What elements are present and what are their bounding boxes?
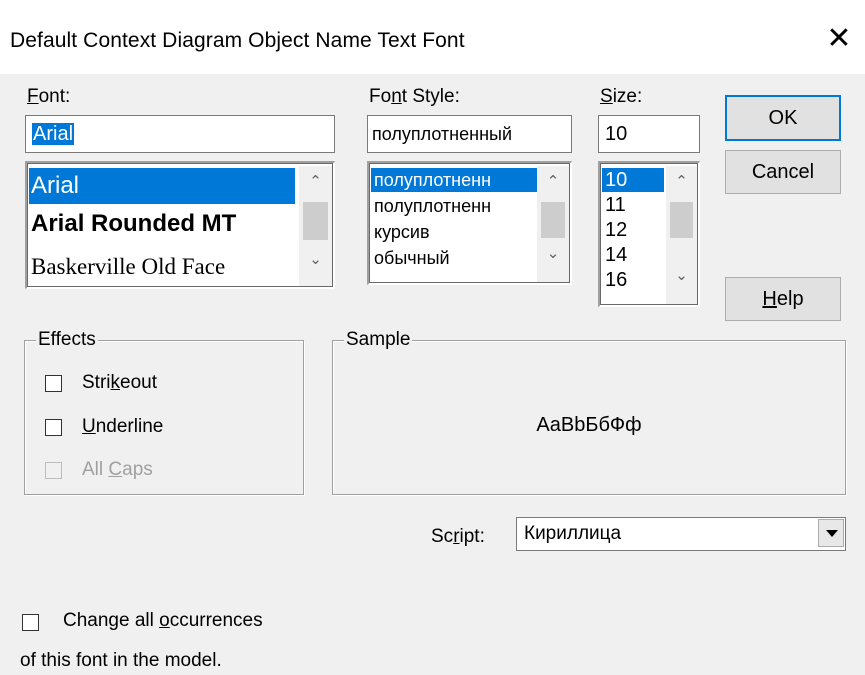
strikeout-checkbox[interactable] xyxy=(45,375,62,392)
scroll-up-icon[interactable]: ⌃ xyxy=(299,172,332,190)
font-style-list[interactable]: полуплотненн полуплотненн курсив обычный… xyxy=(367,161,572,285)
size-scrollbar[interactable]: ⌃ ⌄ xyxy=(666,166,697,304)
help-button[interactable]: Help xyxy=(725,277,841,321)
font-style-list-item[interactable]: полуплотненн xyxy=(374,194,491,218)
cancel-button[interactable]: Cancel xyxy=(725,150,841,194)
change-all-label-line2: of this font in the model. xyxy=(20,650,222,671)
sample-text: AaBbБбФф xyxy=(536,414,642,436)
allcaps-label: All Caps xyxy=(82,459,153,480)
ok-button[interactable]: OK xyxy=(725,95,841,141)
strikeout-label[interactable]: Strikeout xyxy=(82,372,157,394)
size-list[interactable]: 10 11 12 14 16 ⌃ ⌄ xyxy=(598,161,700,307)
effects-legend: Effects xyxy=(36,329,98,351)
font-list[interactable]: Arial Arial Rounded MT Baskerville Old F… xyxy=(25,161,335,289)
title-bar: Default Context Diagram Object Name Text… xyxy=(0,0,865,74)
close-icon[interactable]: ✕ xyxy=(824,24,854,54)
script-label: Script: xyxy=(431,526,485,547)
font-style-scrollbar[interactable]: ⌃ ⌄ xyxy=(537,166,569,282)
size-list-item[interactable]: 12 xyxy=(605,218,627,242)
font-list-item[interactable]: Arial Rounded MT xyxy=(31,208,236,240)
font-label: Font: xyxy=(27,86,71,107)
change-all-checkbox[interactable] xyxy=(22,614,39,631)
font-dialog: Default Context Diagram Object Name Text… xyxy=(0,0,865,675)
scroll-down-icon[interactable]: ⌄ xyxy=(666,266,697,284)
font-list-item[interactable]: Arial xyxy=(29,168,295,204)
underline-checkbox[interactable] xyxy=(45,419,62,436)
font-style-list-item[interactable]: курсив xyxy=(374,220,430,244)
scroll-down-icon[interactable]: ⌄ xyxy=(537,244,569,262)
size-list-item[interactable]: 16 xyxy=(605,268,627,292)
sample-legend: Sample xyxy=(344,329,413,351)
scroll-down-icon[interactable]: ⌄ xyxy=(299,250,332,268)
chevron-down-icon xyxy=(826,530,838,537)
font-list-item[interactable]: Baskerville Old Face xyxy=(31,251,225,283)
size-input[interactable]: 10 xyxy=(598,115,700,153)
allcaps-checkbox[interactable] xyxy=(45,462,62,479)
underline-label[interactable]: Underline xyxy=(82,416,163,438)
scroll-thumb[interactable] xyxy=(541,202,565,238)
font-input[interactable]: Arial xyxy=(25,115,335,153)
size-list-item[interactable]: 10 xyxy=(602,168,664,192)
scroll-up-icon[interactable]: ⌃ xyxy=(537,172,569,190)
size-label: Size: xyxy=(600,86,643,107)
script-select-value: Кириллица xyxy=(524,523,622,544)
dialog-title: Default Context Diagram Object Name Text… xyxy=(10,29,465,52)
effects-group xyxy=(24,340,304,495)
scroll-thumb[interactable] xyxy=(670,202,693,238)
change-all-label[interactable]: Change all occurrences xyxy=(63,610,263,632)
script-dropdown-button[interactable] xyxy=(818,519,844,547)
font-style-label: Font Style: xyxy=(369,86,460,107)
font-list-scrollbar[interactable]: ⌃ ⌄ xyxy=(299,166,332,286)
size-list-item[interactable]: 14 xyxy=(605,243,627,267)
script-select[interactable]: Кириллица xyxy=(516,517,846,551)
size-list-item[interactable]: 11 xyxy=(605,193,626,217)
scroll-thumb[interactable] xyxy=(303,202,328,240)
font-style-input[interactable]: полуплотненный xyxy=(367,115,572,153)
font-style-list-item[interactable]: полуплотненн xyxy=(371,168,537,192)
font-style-list-item[interactable]: обычный xyxy=(374,246,450,270)
scroll-up-icon[interactable]: ⌃ xyxy=(666,172,697,190)
font-input-text: Arial xyxy=(32,123,75,145)
